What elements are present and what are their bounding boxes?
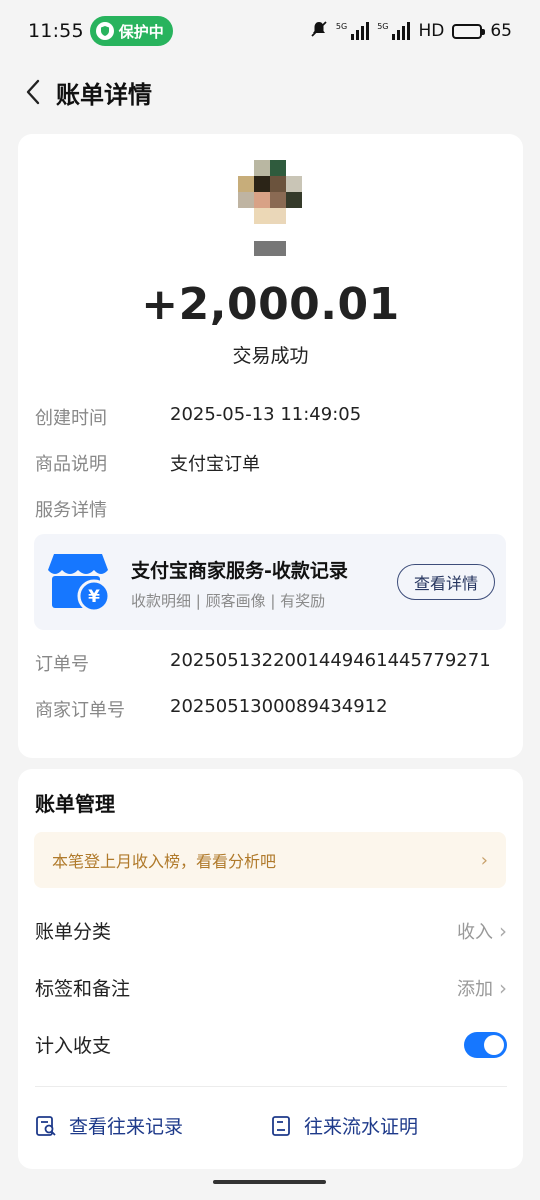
chevron-left-icon bbox=[26, 79, 40, 105]
mute-bell-icon bbox=[310, 20, 328, 43]
shield-icon bbox=[95, 22, 114, 40]
view-details-button[interactable]: 查看详情 bbox=[397, 564, 495, 600]
category-label: 账单分类 bbox=[35, 921, 112, 943]
include-row: 计入收支 bbox=[35, 1031, 507, 1058]
battery-icon bbox=[452, 23, 486, 39]
status-time: 11:55 bbox=[28, 20, 84, 42]
document-icon bbox=[272, 1115, 290, 1136]
statement-proof-label: 往来流水证明 bbox=[304, 1116, 419, 1138]
divider bbox=[35, 1086, 507, 1087]
svg-text:¥: ¥ bbox=[88, 587, 100, 607]
service-card[interactable]: ¥ 支付宝商家服务-收款记录 收款明细 | 顾客画像 | 有奖励 查看详情 bbox=[34, 534, 506, 630]
tags-value: 添加 bbox=[457, 978, 493, 1000]
order-row: 订单号 2025051322001449461445779271 bbox=[35, 650, 491, 676]
order-label: 订单号 bbox=[35, 654, 89, 675]
product-label: 商品说明 bbox=[35, 454, 107, 475]
category-value: 收入 bbox=[457, 921, 493, 943]
service-label: 服务详情 bbox=[35, 500, 107, 521]
signal-icon: 5G bbox=[336, 22, 370, 40]
income-rank-banner[interactable]: 本笔登上月收入榜，看看分析吧 › bbox=[34, 832, 506, 888]
include-label: 计入收支 bbox=[35, 1035, 112, 1057]
tags-row[interactable]: 标签和备注 添加 › bbox=[35, 974, 507, 1001]
chevron-right-icon: › bbox=[480, 849, 488, 871]
counterparty-name-mask bbox=[254, 241, 286, 256]
chevron-right-icon: › bbox=[499, 918, 507, 943]
management-card: 账单管理 本笔登上月收入榜，看看分析吧 › 账单分类 收入 › 标签和备注 添加… bbox=[18, 769, 523, 1169]
protect-label: 保护中 bbox=[118, 22, 164, 41]
management-title: 账单管理 bbox=[35, 792, 115, 816]
avatar[interactable] bbox=[238, 160, 304, 226]
tip-text: 本笔登上月收入榜，看看分析吧 bbox=[52, 852, 277, 871]
signal-icon-2: 5G bbox=[377, 22, 411, 40]
amount: +2,000.01 bbox=[141, 279, 400, 330]
transaction-card: +2,000.01 交易成功 创建时间 2025-05-13 11:49:05 … bbox=[18, 134, 523, 758]
back-button[interactable] bbox=[18, 72, 48, 112]
merchant-order-value: 2025051300089434912 bbox=[170, 696, 388, 717]
page-title: 账单详情 bbox=[56, 80, 152, 109]
category-row[interactable]: 账单分类 收入 › bbox=[35, 917, 507, 944]
view-history-link[interactable]: 查看往来记录 bbox=[35, 1112, 183, 1139]
product-value: 支付宝订单 bbox=[170, 454, 260, 475]
protect-badge[interactable]: 保护中 bbox=[89, 16, 173, 46]
home-indicator[interactable] bbox=[213, 1180, 326, 1184]
nav-bar: 账单详情 bbox=[0, 62, 540, 122]
battery-level: 65 bbox=[490, 21, 512, 41]
tags-label: 标签和备注 bbox=[35, 978, 131, 1000]
shop-icon: ¥ bbox=[48, 554, 111, 613]
order-value: 2025051322001449461445779271 bbox=[170, 650, 491, 671]
created-time-value: 2025-05-13 11:49:05 bbox=[170, 404, 362, 425]
view-history-label: 查看往来记录 bbox=[69, 1116, 184, 1138]
service-row: 服务详情 bbox=[35, 496, 170, 522]
status-right: 5G 5G HD 65 bbox=[310, 20, 512, 43]
created-time-row: 创建时间 2025-05-13 11:49:05 bbox=[35, 404, 361, 430]
network-label: HD bbox=[418, 21, 445, 41]
status-bar: 11:55 保护中 5G 5G HD 65 bbox=[0, 0, 540, 62]
service-subtitle: 收款明细 | 顾客画像 | 有奖励 bbox=[131, 592, 326, 610]
chevron-right-icon: › bbox=[499, 975, 507, 1000]
transaction-status: 交易成功 bbox=[232, 345, 309, 367]
record-search-icon bbox=[36, 1115, 56, 1136]
created-time-label: 创建时间 bbox=[35, 408, 107, 429]
statement-proof-link[interactable]: 往来流水证明 bbox=[270, 1112, 418, 1139]
merchant-order-row: 商家订单号 2025051300089434912 bbox=[35, 696, 388, 722]
service-title: 支付宝商家服务-收款记录 bbox=[131, 560, 348, 582]
include-toggle[interactable] bbox=[464, 1031, 507, 1058]
product-row: 商品说明 支付宝订单 bbox=[35, 450, 260, 476]
merchant-order-label: 商家订单号 bbox=[35, 700, 125, 721]
